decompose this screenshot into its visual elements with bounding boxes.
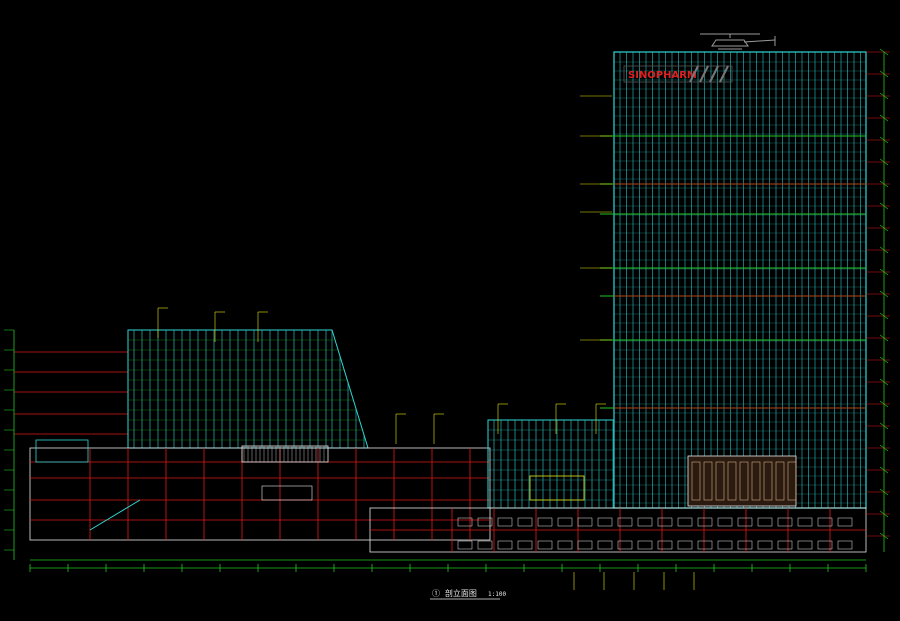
cad-elevation-drawing: SINOPHARM ① 剖立面图 1:100 [0, 0, 900, 621]
drawing-background [0, 0, 900, 621]
drawing-scale: 1:100 [488, 591, 506, 598]
drawing-title: ① 剖立面图 [432, 588, 477, 598]
roof-signage-text: SINOPHARM [628, 70, 697, 81]
